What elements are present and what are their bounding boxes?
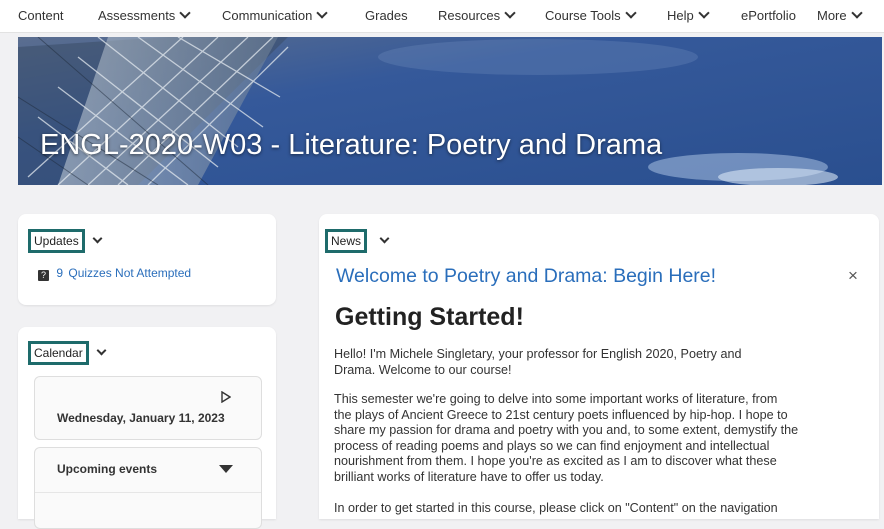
- text-line: the plays of Ancient Greece to 21st cent…: [334, 407, 788, 422]
- news-paragraph-3: In order to get started in this course, …: [334, 501, 874, 517]
- nav-course-tools-label: Course Tools: [545, 8, 621, 23]
- nav-assessments-label: Assessments: [98, 8, 176, 23]
- calendar-heading: Calendar: [28, 341, 89, 365]
- text-line: In order to get started in this course, …: [334, 501, 778, 515]
- text-line: process of reading poems and plays so we…: [334, 438, 770, 453]
- tower-illustration: [18, 37, 882, 185]
- calendar-date-panel: Wednesday, January 11, 2023: [34, 376, 262, 440]
- nav-resources-label: Resources: [438, 8, 501, 23]
- course-navbar: Content Assessments Communication Grades…: [0, 0, 884, 33]
- chevron-down-icon: [624, 7, 637, 19]
- nav-more[interactable]: More: [817, 7, 863, 23]
- nav-eportfolio[interactable]: ePortfolio: [741, 8, 796, 23]
- text-line: share my passion for drama and poetry wi…: [334, 423, 799, 437]
- chevron-down-icon[interactable]: [379, 233, 390, 244]
- nav-grades[interactable]: Grades: [365, 8, 408, 23]
- chevron-down-icon: [504, 7, 516, 19]
- news-paragraph-1: Hello! I'm Michele Singletary, your prof…: [334, 347, 874, 378]
- nav-communication-label: Communication: [222, 8, 313, 23]
- nav-resources[interactable]: Resources: [438, 7, 516, 23]
- divider: [35, 492, 261, 493]
- text-line: Drama. Welcome to our course!: [334, 362, 512, 377]
- nav-more-label: More: [817, 8, 847, 23]
- nav-communication[interactable]: Communication: [222, 7, 328, 23]
- nav-content[interactable]: Content: [18, 8, 64, 23]
- text-line: nourishment from them. I hope you're as …: [334, 454, 777, 468]
- next-day-icon[interactable]: [221, 391, 231, 403]
- quiz-count: 9: [56, 266, 64, 280]
- updates-widget: Updates ? 9 Quizzes Not Attempted: [18, 214, 276, 305]
- quiz-icon: ?: [38, 270, 49, 281]
- chevron-down-icon[interactable]: [92, 233, 103, 244]
- text-line: Hello! I'm Michele Singletary, your prof…: [334, 347, 742, 361]
- chevron-down-icon: [850, 7, 863, 19]
- nav-eportfolio-label: ePortfolio: [741, 8, 796, 23]
- course-banner: ENGL-2020-W03 - Literature: Poetry and D…: [18, 37, 882, 185]
- nav-help[interactable]: Help: [667, 7, 710, 23]
- expand-caret-icon[interactable]: [219, 465, 233, 473]
- text-line: brilliant works of literature have to of…: [334, 469, 604, 484]
- chevron-down-icon: [316, 7, 328, 19]
- nav-content-label: Content: [18, 8, 64, 23]
- calendar-date: Wednesday, January 11, 2023: [57, 411, 225, 425]
- news-post-title[interactable]: Welcome to Poetry and Drama: Begin Here!: [336, 265, 716, 288]
- nav-assessments[interactable]: Assessments: [98, 7, 191, 23]
- quiz-label: Quizzes Not Attempted: [68, 266, 192, 280]
- calendar-widget: Calendar Wednesday, January 11, 2023 Upc…: [18, 327, 276, 529]
- updates-quizzes-item[interactable]: ? 9 Quizzes Not Attempted: [38, 266, 191, 281]
- nav-grades-label: Grades: [365, 8, 408, 23]
- chevron-down-icon[interactable]: [96, 345, 107, 356]
- chevron-down-icon: [179, 7, 191, 19]
- chevron-down-icon: [698, 7, 710, 19]
- upcoming-events-panel: Upcoming events: [34, 447, 262, 529]
- nav-course-tools[interactable]: Course Tools: [545, 7, 637, 23]
- news-heading: News: [325, 229, 368, 253]
- news-subheading: Getting Started!: [335, 303, 524, 331]
- news-paragraph-2: This semester we're going to delve into …: [334, 392, 874, 485]
- course-title: ENGL-2020-W03 - Literature: Poetry and D…: [40, 129, 663, 161]
- updates-heading: Updates: [28, 229, 85, 253]
- nav-help-label: Help: [667, 8, 694, 23]
- text-line: This semester we're going to delve into …: [334, 392, 778, 406]
- upcoming-events-label: Upcoming events: [57, 462, 158, 476]
- close-icon[interactable]: ×: [848, 266, 858, 286]
